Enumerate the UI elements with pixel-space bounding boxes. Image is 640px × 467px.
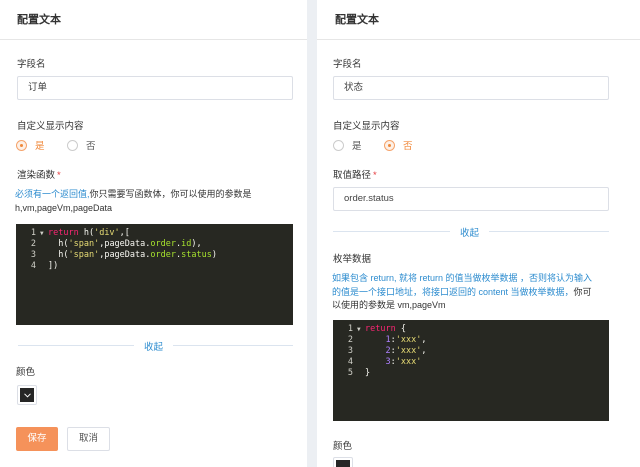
chevron-down-icon <box>23 392 31 398</box>
custom-display-label: 自定义显示内容 <box>333 121 400 132</box>
code-text: ]) <box>48 261 59 271</box>
line-number: 4 <box>347 357 353 367</box>
collapse-link[interactable]: 收起 <box>134 339 174 353</box>
code-line: 1 ▼ return { <box>333 324 609 335</box>
code-line: 2 1:'xxx', <box>333 335 609 346</box>
value-path-input[interactable]: order.status <box>333 187 609 211</box>
code-text: 1:'xxx', <box>385 335 427 345</box>
code-text: return { <box>365 324 406 334</box>
code-text: h('span',pageData.order.status) <box>48 250 217 260</box>
radio-yes-label: 是 <box>352 141 362 152</box>
left-config-panel: 配置文本 字段名 订单 自定义显示内容 是 否 渲染函数 * 必须有一个返回值,你… <box>0 0 307 467</box>
field-name-label: 字段名 <box>17 59 46 70</box>
code-text: 3:'xxx' <box>385 357 422 367</box>
line-number: 3 <box>347 346 353 356</box>
radio-no[interactable]: 否 <box>384 138 413 152</box>
code-line: 3 h('span',pageData.order.status) <box>16 250 293 261</box>
color-picker[interactable] <box>17 385 37 405</box>
render-function-code-editor[interactable]: 1 ▼ return h('div',[2 h('span',pageData.or… <box>16 224 293 325</box>
line-number: 3 <box>30 250 36 260</box>
radio-no-label: 否 <box>86 141 96 152</box>
code-text: return h('div',[ <box>48 228 130 238</box>
render-function-label: 渲染函数 * <box>17 167 61 181</box>
line-number: 5 <box>347 368 353 378</box>
enum-data-label: 枚举数据 <box>333 254 372 265</box>
panel-title: 配置文本 <box>317 0 640 40</box>
enum-desc-line-3: 以使用的参数是 vm,pageVm <box>332 300 446 310</box>
radio-no[interactable]: 否 <box>67 138 96 152</box>
custom-display-label: 自定义显示内容 <box>17 121 84 132</box>
save-button[interactable]: 保存 <box>16 427 58 451</box>
radio-unchecked-icon <box>333 139 344 151</box>
desc-highlight: 必须有一个返回值, <box>15 189 90 199</box>
code-text: h('span',pageData.order.id), <box>48 239 202 249</box>
line-number: 4 <box>30 261 36 271</box>
field-name-input[interactable]: 订单 <box>17 76 293 100</box>
line-number: 1 <box>347 324 353 334</box>
right-config-panel: 配置文本 字段名 状态 自定义显示内容 是 否 取值路径 * order.stat… <box>317 0 640 467</box>
code-text: 2:'xxx', <box>385 346 427 356</box>
color-label: 颜色 <box>333 441 353 452</box>
value-path-text: 取值路径 <box>333 170 372 181</box>
radio-yes-label: 是 <box>35 141 45 152</box>
radio-checked-icon <box>384 139 395 151</box>
line-number: 2 <box>30 239 36 249</box>
radio-unchecked-icon <box>67 139 78 151</box>
radio-checked-icon <box>16 139 27 151</box>
required-mark: * <box>57 170 61 181</box>
enum-desc-line-2: 的值是一个接口地址，将接口返回的 content 当做枚举数据， <box>332 286 574 297</box>
color-swatch <box>20 388 34 402</box>
panel-title: 配置文本 <box>0 0 307 40</box>
field-name-label: 字段名 <box>333 59 362 70</box>
line-number: 1 <box>30 228 36 238</box>
value-path-label: 取值路径 * <box>333 167 377 181</box>
enum-desc-line-1: 如果包含 return, 就将 return 的值当做枚举数据 ，否则将认为输入 <box>332 273 593 283</box>
collapse-link[interactable]: 收起 <box>450 225 490 239</box>
code-line: 4 3:'xxx' <box>333 357 609 368</box>
render-function-description: 必须有一个返回值,你只需要写函数体，你可以使用的参数是 h,vm,pageVm,… <box>15 188 295 215</box>
desc-rest: 你只需要写函数体，你可以使用的参数是 <box>89 189 252 199</box>
desc-params: h,vm,pageVm,pageData <box>15 202 113 213</box>
line-number: 2 <box>347 335 353 345</box>
code-line: 5 } <box>333 368 609 379</box>
color-swatch <box>336 460 350 467</box>
radio-yes[interactable]: 是 <box>333 138 362 152</box>
radio-no-label: 否 <box>403 141 413 152</box>
code-line: 4 ]) <box>16 261 293 272</box>
code-line: 1 ▼ return h('div',[ <box>16 228 293 239</box>
color-label: 颜色 <box>16 367 36 378</box>
code-text: } <box>365 368 371 378</box>
enum-data-description: 如果包含 return, 就将 return 的值当做枚举数据 ，否则将认为输入… <box>332 272 627 313</box>
code-line: 2 h('span',pageData.order.id), <box>16 239 293 250</box>
cancel-button[interactable]: 取消 <box>67 427 110 451</box>
required-mark: * <box>373 170 377 181</box>
enum-desc-line-2b: 你可 <box>573 286 592 297</box>
code-line: 3 2:'xxx', <box>333 346 609 357</box>
render-function-text: 渲染函数 <box>17 170 56 181</box>
radio-yes[interactable]: 是 <box>16 138 45 152</box>
color-picker[interactable] <box>333 457 353 467</box>
field-name-input[interactable]: 状态 <box>333 76 609 100</box>
enum-data-code-editor[interactable]: 1 ▼ return {2 1:'xxx', 3 2:'xxx', 4 3:'xxx' 5… <box>333 320 609 421</box>
